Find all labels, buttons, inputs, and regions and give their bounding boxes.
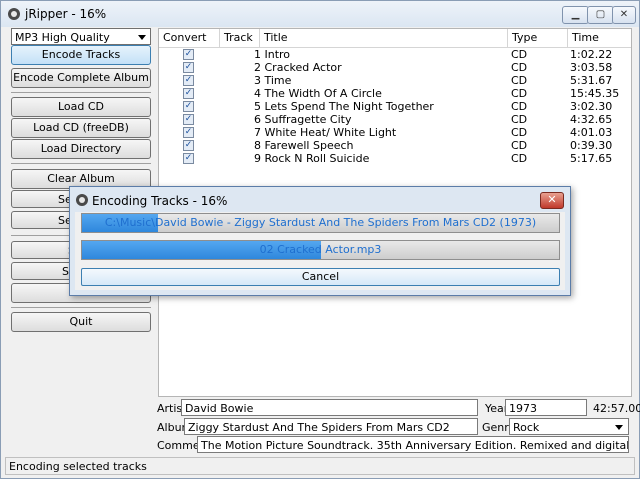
year-field[interactable]: 1973 — [505, 399, 587, 416]
track-type: CD — [511, 87, 528, 100]
encode-complete-album-button[interactable]: Encode Complete Album — [11, 68, 151, 88]
quality-value: MP3 High Quality — [15, 31, 110, 44]
table-row[interactable]: ✓ 7 White Heat/ White Light CD 4:01.03 — [159, 126, 631, 139]
table-row[interactable]: ✓ 1 Intro CD 1:02.22 — [159, 48, 631, 61]
track-time: 5:17.65 — [570, 152, 613, 165]
cancel-button[interactable]: Cancel — [81, 268, 560, 286]
convert-checkbox[interactable]: ✓ — [183, 101, 194, 112]
track-time: 4:32.65 — [570, 113, 613, 126]
track-title: 7 White Heat/ White Light — [254, 126, 397, 139]
col-time[interactable]: Time — [568, 29, 631, 47]
track-time: 0:39.30 — [570, 139, 613, 152]
convert-checkbox[interactable]: ✓ — [183, 153, 194, 164]
track-title: 6 Suffragette City — [254, 113, 352, 126]
status-bar: Encoding selected tracks — [5, 457, 635, 475]
dialog-body: C:\Music\David Bowie - Ziggy Stardust An… — [75, 212, 565, 290]
track-title: 1 Intro — [254, 48, 291, 61]
artist-field[interactable]: David Bowie — [181, 399, 478, 416]
track-title: 2 Cracked Actor — [254, 61, 342, 74]
table-row[interactable]: ✓ 9 Rock N Roll Suicide CD 5:17.65 — [159, 152, 631, 165]
minimize-button[interactable]: ▁ — [562, 6, 589, 24]
chevron-down-icon — [138, 35, 146, 40]
album-progress-bar: C:\Music\David Bowie - Ziggy Stardust An… — [81, 213, 560, 233]
divider — [11, 92, 151, 93]
genre-select[interactable]: Rock — [509, 418, 629, 435]
track-time: 4:01.03 — [570, 126, 613, 139]
track-title: 4 The Width Of A Circle — [254, 87, 382, 100]
load-cd-freedb-button[interactable]: Load CD (freeDB) — [11, 118, 151, 138]
window-title: jRipper - 16% — [25, 7, 107, 21]
divider — [11, 163, 151, 164]
track-time: 3:02.30 — [570, 100, 613, 113]
col-type[interactable]: Type — [508, 29, 568, 47]
convert-checkbox[interactable]: ✓ — [183, 140, 194, 151]
album-field[interactable]: Ziggy Stardust And The Spiders From Mars… — [184, 418, 478, 435]
file-progress-bar: 02 Cracked Actor.mp3 — [81, 240, 560, 260]
track-time: 5:31.67 — [570, 74, 613, 87]
quality-select[interactable]: MP3 High Quality — [11, 28, 151, 45]
track-title: 8 Farewell Speech — [254, 139, 354, 152]
track-title: 9 Rock N Roll Suicide — [254, 152, 370, 165]
col-convert[interactable]: Convert — [159, 29, 220, 47]
table-row[interactable]: ✓ 5 Lets Spend The Night Together CD 3:02.3… — [159, 100, 631, 113]
total-time: 42:57.00 — [593, 402, 640, 415]
encode-tracks-button[interactable]: Encode Tracks — [11, 45, 151, 65]
col-track[interactable]: Track — [220, 29, 260, 47]
track-type: CD — [511, 139, 528, 152]
convert-checkbox[interactable]: ✓ — [183, 88, 194, 99]
table-header: Convert Track Title Type Time — [159, 29, 631, 48]
quit-button[interactable]: Quit — [11, 312, 151, 332]
load-directory-button[interactable]: Load Directory — [11, 139, 151, 159]
encoding-dialog: Encoding Tracks - 16% ✕ C:\Music\David B… — [69, 186, 571, 296]
convert-checkbox[interactable]: ✓ — [183, 49, 194, 60]
app-icon — [8, 8, 20, 20]
chevron-down-icon — [615, 425, 623, 430]
table-row[interactable]: ✓ 3 Time CD 5:31.67 — [159, 74, 631, 87]
convert-checkbox[interactable]: ✓ — [183, 75, 194, 86]
track-time: 1:02.22 — [570, 48, 613, 61]
close-button[interactable]: ✕ — [612, 6, 636, 24]
track-time: 3:03.58 — [570, 61, 613, 74]
track-type: CD — [511, 74, 528, 87]
maximize-button[interactable]: ▢ — [587, 6, 614, 24]
table-row[interactable]: ✓ 8 Farewell Speech CD 0:39.30 — [159, 139, 631, 152]
convert-checkbox[interactable]: ✓ — [183, 127, 194, 138]
load-cd-button[interactable]: Load CD — [11, 97, 151, 117]
title-bar: jRipper - 16% ▁ ▢ ✕ — [1, 1, 639, 27]
track-type: CD — [511, 48, 528, 61]
table-row[interactable]: ✓ 2 Cracked Actor CD 3:03.58 — [159, 61, 631, 74]
dialog-close-button[interactable]: ✕ — [540, 192, 564, 209]
divider — [11, 307, 151, 308]
track-type: CD — [511, 126, 528, 139]
track-title: 3 Time — [254, 74, 292, 87]
album-progress-text: C:\Music\David Bowie - Ziggy Stardust An… — [104, 216, 537, 229]
dialog-title: Encoding Tracks - 16% — [92, 194, 228, 208]
app-icon — [76, 194, 88, 206]
genre-value: Rock — [513, 421, 540, 434]
track-type: CD — [511, 61, 528, 74]
track-title: 5 Lets Spend The Night Together — [254, 100, 434, 113]
track-type: CD — [511, 113, 528, 126]
track-type: CD — [511, 100, 528, 113]
comment-field[interactable]: The Motion Picture Soundtrack. 35th Anni… — [197, 436, 629, 453]
track-type: CD — [511, 152, 528, 165]
convert-checkbox[interactable]: ✓ — [183, 114, 194, 125]
col-title[interactable]: Title — [260, 29, 508, 47]
track-time: 15:45.35 — [570, 87, 620, 100]
file-progress-text: 02 Cracked Actor.mp3 — [259, 243, 382, 256]
table-row[interactable]: ✓ 6 Suffragette City CD 4:32.65 — [159, 113, 631, 126]
convert-checkbox[interactable]: ✓ — [183, 62, 194, 73]
table-row[interactable]: ✓ 4 The Width Of A Circle CD 15:45.35 — [159, 87, 631, 100]
